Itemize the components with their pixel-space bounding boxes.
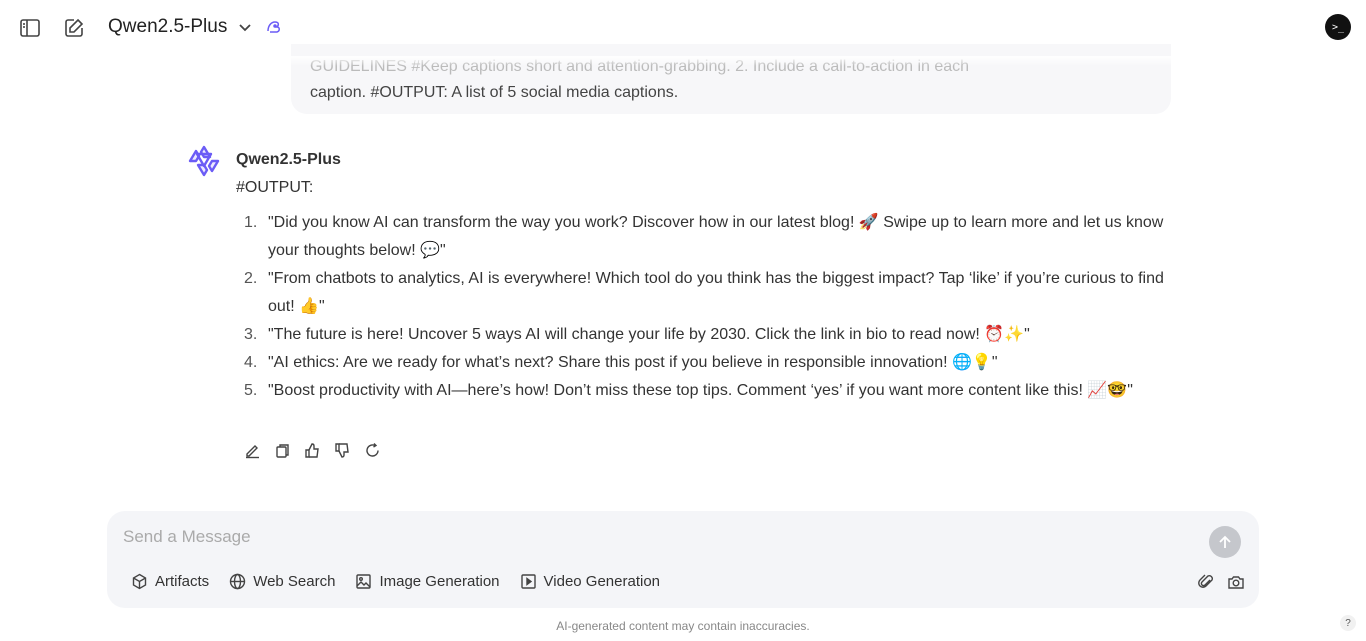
model-badge-icon — [267, 21, 281, 33]
list-item-text: "Boost productivity with AI—here’s how! … — [268, 382, 1133, 399]
composer-tools: Artifacts Web Search Image Generation Vi… — [131, 573, 660, 590]
sidebar-toggle-icon[interactable] — [19, 17, 41, 39]
edit-icon[interactable] — [243, 441, 261, 459]
list-item: 5. "Boost productivity with AI—here’s how… — [236, 377, 1171, 405]
thumbs-down-icon[interactable] — [333, 441, 351, 459]
new-chat-icon[interactable] — [63, 17, 85, 39]
list-item-text: "AI ethics: Are we ready for what’s next… — [268, 354, 998, 371]
composer-right-tools — [1197, 573, 1245, 596]
video-generation-label: Video Generation — [543, 573, 661, 590]
list-item: 3. "The future is here! Uncover 5 ways AI… — [236, 321, 1171, 349]
image-icon — [356, 574, 372, 589]
ai-disclaimer: AI-generated content may contain inaccur… — [556, 619, 810, 633]
video-icon — [520, 574, 536, 589]
video-generation-button[interactable]: Video Generation — [520, 573, 660, 590]
list-item-number: 1. — [244, 214, 258, 231]
list-item-number: 2. — [244, 270, 258, 287]
assistant-name: Qwen2.5-Plus — [236, 151, 341, 168]
message-composer: Artifacts Web Search Image Generation Vi… — [107, 511, 1259, 608]
cube-icon — [132, 573, 147, 590]
assistant-heading: #OUTPUT: — [236, 179, 314, 196]
message-input[interactable] — [123, 525, 1183, 549]
thumbs-up-icon[interactable] — [303, 441, 321, 459]
list-item-number: 4. — [244, 354, 258, 371]
model-selector[interactable]: Qwen2.5-Plus — [108, 16, 283, 38]
list-item-number: 3. — [244, 326, 258, 343]
user-message-bubble: GUIDELINES #Keep captions short and atte… — [291, 44, 1171, 114]
image-generation-button[interactable]: Image Generation — [355, 573, 500, 590]
send-button[interactable] — [1209, 526, 1241, 558]
list-item-number: 5. — [244, 382, 258, 399]
artifacts-button[interactable]: Artifacts — [131, 573, 209, 590]
chevron-down-icon — [239, 24, 251, 32]
web-search-button[interactable]: Web Search — [229, 573, 335, 590]
help-button[interactable]: ? — [1340, 615, 1356, 631]
scroll-fade — [0, 56, 1366, 66]
artifacts-label: Artifacts — [155, 573, 210, 590]
list-item-text: "From chatbots to analytics, AI is every… — [268, 270, 1164, 315]
message-actions — [243, 441, 381, 459]
list-item: 4. "AI ethics: Are we ready for what’s ne… — [236, 349, 1171, 377]
model-name: Qwen2.5-Plus — [108, 16, 228, 37]
user-message-line: caption. #OUTPUT: A list of 5 social med… — [310, 84, 679, 101]
copy-icon[interactable] — [273, 441, 291, 459]
list-item-text: "Did you know AI can transform the way y… — [268, 214, 1164, 259]
list-item: 1. "Did you know AI can transform the way… — [236, 209, 1171, 265]
user-avatar[interactable]: >_ — [1325, 14, 1351, 40]
globe-icon — [229, 573, 246, 590]
qwen-logo-icon — [187, 144, 221, 178]
image-generation-label: Image Generation — [379, 573, 500, 590]
arrow-up-icon — [1219, 535, 1231, 548]
web-search-label: Web Search — [253, 573, 336, 590]
list-item-text: "The future is here! Uncover 5 ways AI w… — [268, 326, 1030, 343]
caption-list: 1. "Did you know AI can transform the way… — [236, 209, 1171, 405]
camera-icon[interactable] — [1227, 573, 1245, 596]
regenerate-icon[interactable] — [363, 441, 381, 459]
paperclip-icon[interactable] — [1197, 573, 1215, 596]
list-item: 2. "From chatbots to analytics, AI is eve… — [236, 265, 1171, 321]
